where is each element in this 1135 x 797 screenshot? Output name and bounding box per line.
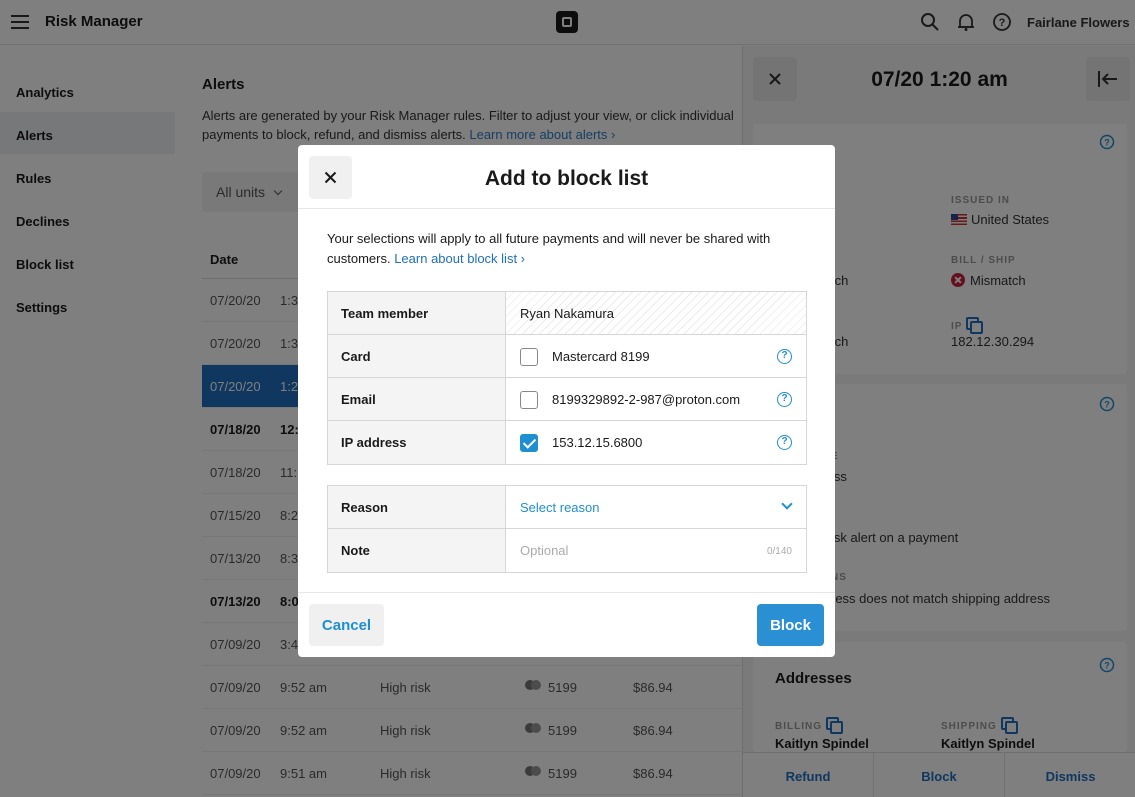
add-to-block-list-modal: Add to block list Your selections will a… — [298, 145, 835, 657]
ip-address-value: 153.12.15.6800 — [552, 435, 643, 450]
cancel-button[interactable]: Cancel — [309, 604, 384, 646]
ip-address-label: IP address — [328, 421, 506, 464]
chevron-down-icon — [781, 498, 793, 510]
note-char-counter: 0/140 — [766, 546, 792, 557]
reason-note-table: Reason Select reason Note Optional 0/140 — [327, 485, 807, 573]
block-submit-button[interactable]: Block — [757, 604, 824, 646]
ip-address-row: IP address 153.12.15.6800 ? — [328, 421, 806, 464]
email-value: 8199329892-2-987@proton.com — [552, 392, 741, 407]
modal-intro: Your selections will apply to all future… — [327, 231, 771, 266]
block-options-table: Team member Ryan Nakamura Card Mastercar… — [327, 291, 807, 465]
team-member-label: Team member — [328, 292, 506, 334]
modal-title: Add to block list — [484, 167, 649, 190]
reason-row: Reason Select reason — [328, 486, 806, 529]
note-row: Note Optional 0/140 — [328, 529, 806, 572]
help-icon[interactable]: ? — [777, 435, 792, 450]
email-checkbox[interactable] — [520, 391, 538, 409]
reason-label: Reason — [328, 486, 506, 528]
team-member-row: Team member Ryan Nakamura — [328, 292, 806, 335]
email-field: 8199329892-2-987@proton.com ? — [506, 378, 806, 420]
note-input[interactable]: Optional 0/140 — [506, 529, 806, 572]
card-checkbox[interactable] — [520, 348, 538, 366]
team-member-value: Ryan Nakamura — [506, 292, 806, 334]
reason-select[interactable]: Select reason — [506, 486, 806, 528]
help-icon[interactable]: ? — [777, 349, 792, 364]
note-label: Note — [328, 529, 506, 572]
ip-address-checkbox[interactable] — [520, 434, 538, 452]
card-row: Card Mastercard 8199 ? — [328, 335, 806, 378]
modal-divider — [298, 208, 835, 209]
card-value: Mastercard 8199 — [552, 349, 650, 364]
card-label: Card — [328, 335, 506, 377]
email-row: Email 8199329892-2-987@proton.com ? — [328, 378, 806, 421]
card-field: Mastercard 8199 ? — [506, 335, 806, 377]
learn-about-block-list-link[interactable]: Learn about block list › — [394, 251, 525, 266]
ip-address-field: 153.12.15.6800 ? — [506, 421, 806, 464]
help-icon[interactable]: ? — [777, 392, 792, 407]
email-label: Email — [328, 378, 506, 420]
modal-footer: Cancel Block — [298, 592, 835, 657]
